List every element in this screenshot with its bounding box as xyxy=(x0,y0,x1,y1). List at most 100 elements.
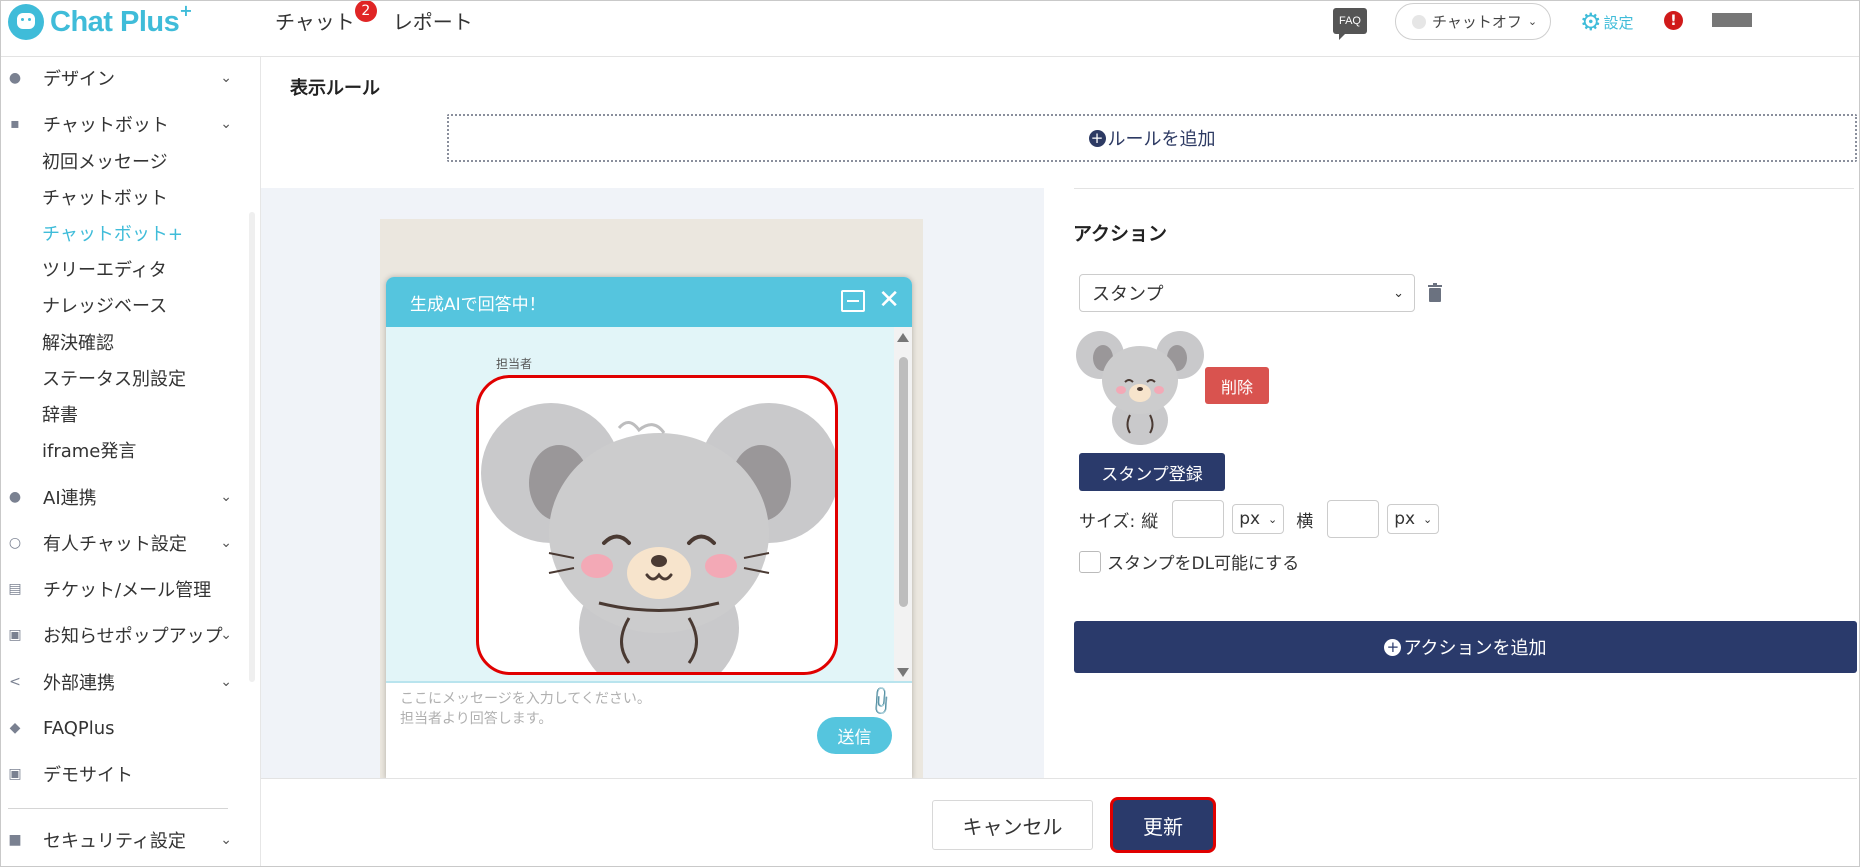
sidebar-item-label: デザイン xyxy=(43,69,115,90)
chevron-down-icon: ⌄ xyxy=(1393,285,1404,301)
nav-chat-label: チャット xyxy=(275,10,355,34)
sidebar-subitem-knowledge-base[interactable]: ナレッジベース xyxy=(42,292,167,318)
nav-chat[interactable]: チャット 2 xyxy=(275,0,377,35)
chevron-down-icon: ⌄ xyxy=(220,535,232,551)
chat-status-label: チャットオフ xyxy=(1432,13,1522,31)
width-unit-select[interactable]: px ⌄ xyxy=(1387,504,1440,534)
sidebar-subitem-tree-editor[interactable]: ツリーエディタ xyxy=(42,256,167,282)
add-rule-button[interactable]: + ルールを追加 xyxy=(447,114,1857,162)
sidebar-item-label: チャットボット xyxy=(43,115,169,136)
faq-icon[interactable]: FAQ xyxy=(1333,8,1367,40)
top-nav: チャット 2 レポート xyxy=(275,0,473,35)
scroll-up-icon[interactable] xyxy=(897,333,909,342)
sidebar-subitem-first-message[interactable]: 初回メッセージ xyxy=(42,148,168,174)
sidebar-item-design[interactable]: ● デザイン ⌄ xyxy=(0,63,240,93)
mouse-stamp-image xyxy=(481,403,835,672)
sidebar-subitem-iframe[interactable]: iframe発言 xyxy=(42,437,136,463)
stamp-message xyxy=(476,375,838,675)
trash-icon[interactable] xyxy=(1427,283,1443,302)
action-type-select[interactable]: スタンプ ⌄ xyxy=(1079,274,1415,312)
sidebar-subitem-dictionary[interactable]: 辞書 xyxy=(42,401,78,427)
size-label: サイズ: xyxy=(1079,511,1136,532)
chat-input-area: ここにメッセージを入力してください。 担当者より回答します。 📎 送信 xyxy=(386,681,912,779)
document-icon: ▤ xyxy=(8,581,22,597)
height-unit-value: px xyxy=(1239,509,1261,529)
stamp-thumbnail xyxy=(1076,331,1204,445)
chevron-down-icon: ⌄ xyxy=(220,489,232,505)
nav-report[interactable]: レポート xyxy=(393,6,473,35)
sidebar-item-label: AI連携 xyxy=(43,488,97,509)
minimize-icon[interactable] xyxy=(841,290,865,312)
add-action-button[interactable]: + アクションを追加 xyxy=(1074,621,1857,673)
sidebar-subitem-chatbot[interactable]: チャットボット xyxy=(42,184,168,210)
chevron-down-icon: ⌄ xyxy=(1268,512,1278,526)
palette-icon: ● xyxy=(8,70,22,86)
settings-label: 設定 xyxy=(1603,13,1634,32)
sidebar-scrollbar[interactable] xyxy=(249,212,255,682)
plus-circle-icon: + xyxy=(1384,638,1402,656)
sidebar-item-popup[interactable]: ▣ お知らせポップアップ ⌄ xyxy=(0,620,240,650)
action-type-value: スタンプ xyxy=(1092,284,1164,305)
user-menu[interactable] xyxy=(1712,13,1752,27)
agent-label: 担当者 xyxy=(496,357,533,371)
register-stamp-button[interactable]: スタンプ登録 xyxy=(1079,453,1225,491)
chevron-down-icon: ⌄ xyxy=(1423,512,1433,526)
sidebar-item-label: デモサイト xyxy=(43,765,133,786)
sidebar-item-label: セキュリティ設定 xyxy=(43,831,186,852)
top-header: Chat Plus + チャット 2 レポート FAQ チャットオフ ⌄ ⚙ 設… xyxy=(0,0,1860,57)
chat-scrollbar[interactable] xyxy=(894,327,912,681)
scroll-down-icon[interactable] xyxy=(897,668,909,677)
shield-icon: ◆ xyxy=(9,720,21,736)
logo-plus: + xyxy=(179,0,193,20)
width-unit-value: px xyxy=(1394,509,1416,529)
window-icon: ▣ xyxy=(8,627,22,643)
chevron-down-icon: ⌄ xyxy=(220,70,232,86)
chat-plus-logo[interactable]: Chat Plus + xyxy=(8,0,193,42)
status-dot-icon xyxy=(1412,14,1426,29)
add-action-label: アクションを追加 xyxy=(1403,638,1547,659)
sidebar-item-label: FAQPlus xyxy=(43,717,115,739)
sidebar-item-security[interactable]: ■ セキュリティ設定 ⌄ xyxy=(0,825,240,855)
sidebar-subitem-resolution-check[interactable]: 解決確認 xyxy=(42,329,114,355)
height-unit-select[interactable]: px ⌄ xyxy=(1232,504,1285,534)
chat-status-dropdown[interactable]: チャットオフ ⌄ xyxy=(1395,3,1551,40)
chevron-down-icon: ⌄ xyxy=(220,627,232,643)
close-icon[interactable]: ✕ xyxy=(878,285,900,315)
action-title: アクション xyxy=(1073,223,1168,245)
delete-stamp-button[interactable]: 削除 xyxy=(1205,367,1269,404)
chat-widget-title: 生成AIで回答中！ xyxy=(410,294,546,315)
download-checkbox[interactable] xyxy=(1079,550,1101,573)
sidebar-item-manned-chat[interactable]: ○ 有人チャット設定 ⌄ xyxy=(0,528,240,558)
height-input[interactable] xyxy=(1172,500,1225,538)
chat-count-badge: 2 xyxy=(354,0,377,22)
sidebar-subitem-chatbot-plus[interactable]: チャットボット+ xyxy=(42,220,183,246)
sidebar-item-label: 有人チャット設定 xyxy=(43,534,187,555)
monitor-icon: ▣ xyxy=(8,766,22,782)
height-label: 縦 xyxy=(1141,511,1159,532)
width-input[interactable] xyxy=(1327,500,1380,538)
lock-icon: ■ xyxy=(8,832,22,848)
gear-icon: ⚙ xyxy=(1580,8,1602,36)
sidebar-item-external[interactable]: < 外部連携 ⌄ xyxy=(0,667,240,697)
update-button[interactable]: 更新 xyxy=(1110,797,1216,853)
paperclip-icon[interactable]: 📎 xyxy=(864,684,899,719)
sidebar-item-label: お知らせポップアップ xyxy=(43,626,223,647)
sidebar-divider xyxy=(8,808,228,809)
sidebar-item-ai[interactable]: ● AI連携 ⌄ xyxy=(0,482,240,512)
sidebar-item-demo[interactable]: ▣ デモサイト xyxy=(0,759,240,789)
cancel-button[interactable]: キャンセル xyxy=(932,800,1093,850)
sidebar-subitem-status-settings[interactable]: ステータス別設定 xyxy=(42,365,186,391)
send-button[interactable]: 送信 xyxy=(817,717,892,754)
lightbulb-icon: ● xyxy=(8,489,22,505)
size-row: サイズ: 縦 px ⌄ 横 px ⌄ xyxy=(1079,500,1451,538)
sidebar-item-ticket[interactable]: ▤ チケット/メール管理 xyxy=(0,574,240,604)
chevron-down-icon: ⌄ xyxy=(220,116,232,132)
settings-link[interactable]: ⚙ 設定 xyxy=(1580,10,1634,34)
scroll-thumb[interactable] xyxy=(899,357,908,607)
plus-circle-icon: + xyxy=(1088,129,1106,147)
sidebar-item-chatbot[interactable]: ▪ チャットボット ⌄ xyxy=(0,109,240,139)
sidebar-item-faqplus[interactable]: ◆ FAQPlus xyxy=(0,713,240,743)
alert-icon[interactable]: ! xyxy=(1664,11,1683,30)
download-option: スタンプをDL可能にする xyxy=(1079,549,1299,574)
chat-message-input[interactable]: ここにメッセージを入力してください。 担当者より回答します。 xyxy=(400,689,651,729)
